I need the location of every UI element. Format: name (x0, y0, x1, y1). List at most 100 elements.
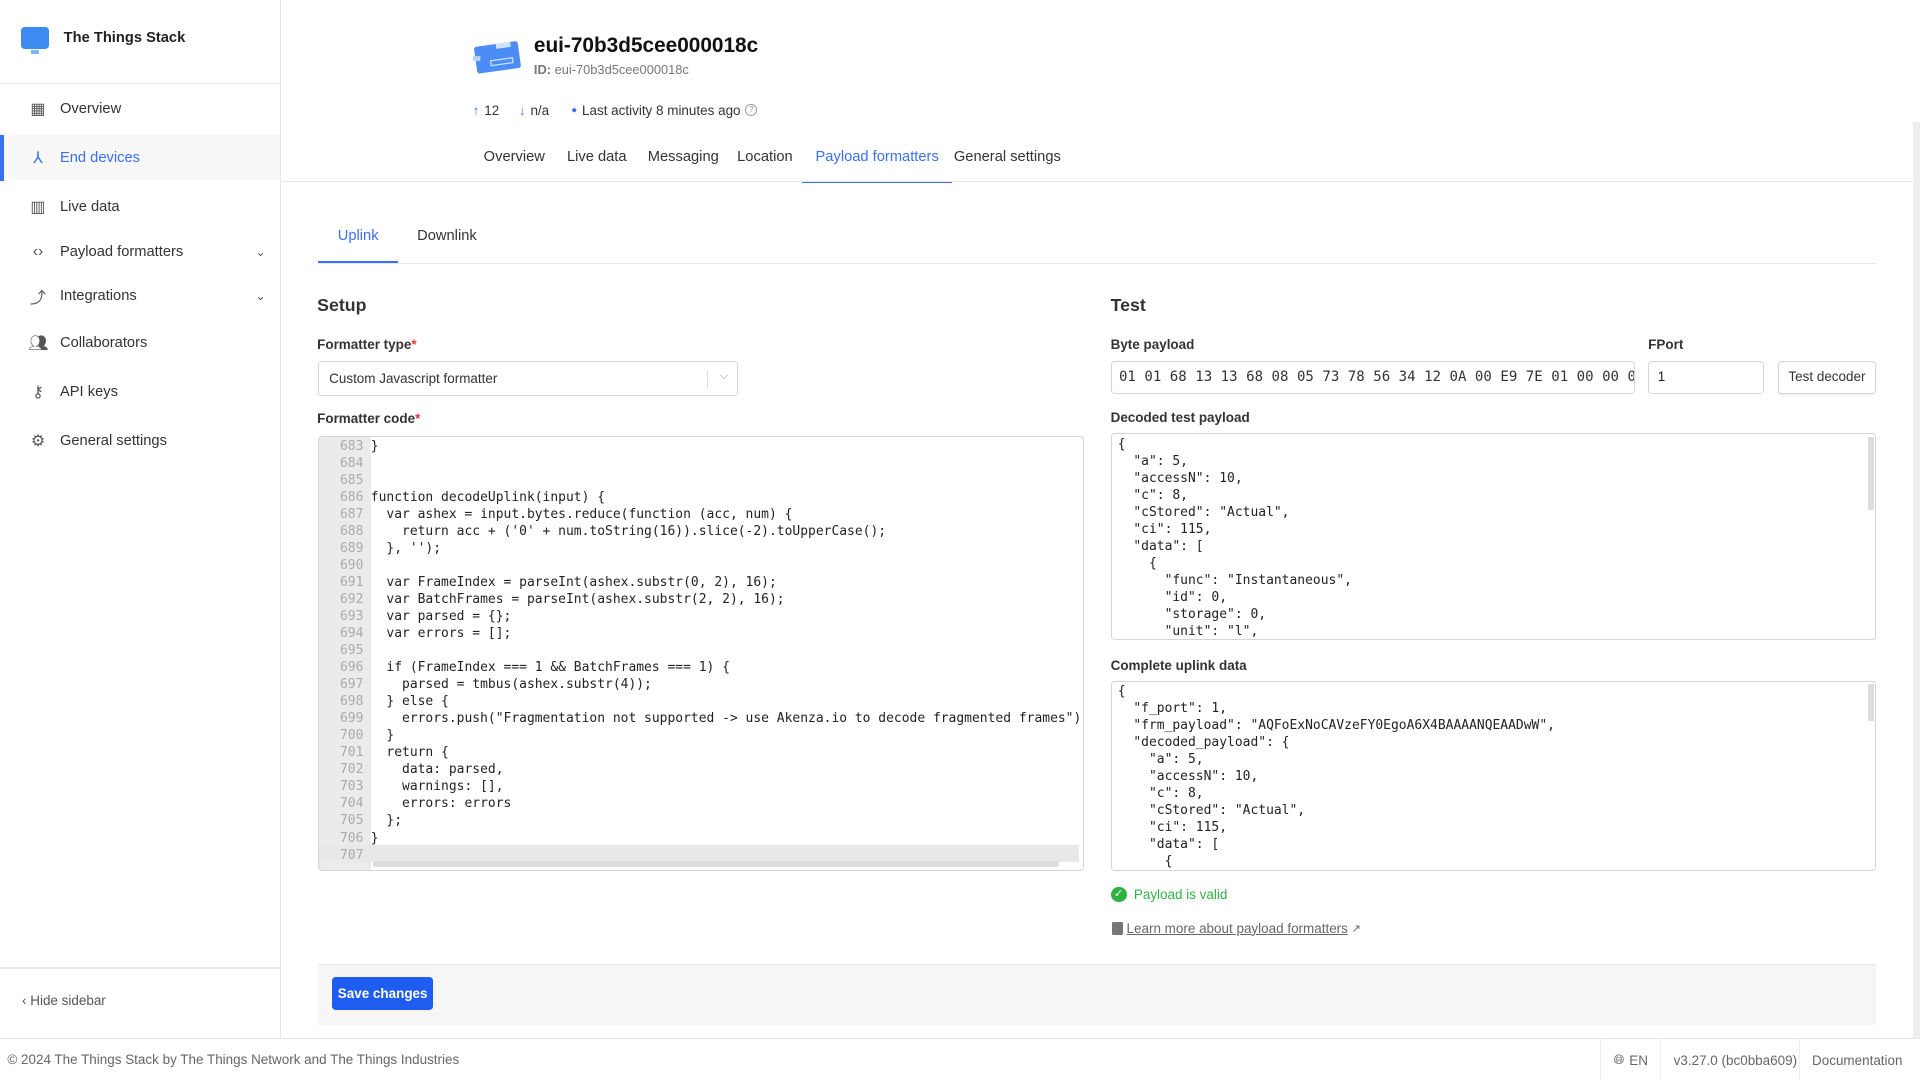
byte-payload-input[interactable]: 01 01 68 13 13 68 08 05 73 78 56 34 12 0… (1110, 361, 1635, 395)
sidebar-item-label: General settings (59, 432, 167, 449)
sidebar-item-label: Collaborators (59, 334, 148, 351)
line-number: 689 (340, 541, 364, 557)
integrations-icon: ⤴ (29, 289, 46, 307)
subtab-downlink[interactable]: Downlink (404, 228, 490, 244)
fport-input[interactable]: 1 (1648, 361, 1765, 395)
divider (0, 83, 281, 85)
complete-uplink-viewer[interactable]: { "f_port": 1, "frm_payload": "AQFoExNoC… (1110, 680, 1876, 871)
line-number: 685 (340, 473, 364, 489)
test-decoder-button[interactable]: Test decoder (1777, 361, 1876, 395)
code-line-text: var FrameIndex = parseInt(ashex.substr(0… (370, 575, 777, 591)
code-line: 701 return { (319, 744, 1082, 761)
sidebar: The Things Stack ▦ Overview ⅄ End devices ▥ L… (0, 0, 282, 1039)
line-number: 701 (340, 745, 364, 761)
code-line-text: var ashex = input.bytes.reduce(function … (370, 507, 793, 523)
tab-live-data[interactable]: Live data (553, 149, 640, 181)
tab-general-settings[interactable]: General settings (940, 149, 1074, 181)
sidebar-item-overview[interactable]: ▦ Overview (0, 86, 280, 133)
scrollbar[interactable] (1867, 684, 1874, 721)
sidebar-item-payload-formatters[interactable]: ‹› Payload formatters ⌄ (0, 229, 280, 276)
divider (0, 967, 281, 969)
people-icon: 👥︎ (28, 334, 49, 352)
language-selector[interactable]: 🌐︎ EN (1600, 1039, 1660, 1080)
save-bar (318, 963, 1876, 1025)
device-id: ID: eui-70b3d5cee000018c (534, 62, 689, 77)
code-line: 704 errors: errors (319, 795, 1082, 812)
sidebar-item-api-keys[interactable]: ⚷ API keys (0, 369, 280, 416)
byte-payload-label: Byte payload (1110, 336, 1195, 352)
code-line-text: } (370, 728, 395, 744)
hide-sidebar-button[interactable]: ‹ Hide sidebar (22, 993, 106, 1008)
line-number: 684 (340, 456, 364, 472)
code-line-text: var BatchFrames = parseInt(ashex.substr(… (370, 592, 785, 608)
code-line: 692 var BatchFrames = parseInt(ashex.sub… (319, 591, 1082, 608)
line-number: 705 (340, 813, 364, 829)
line-number: 697 (340, 677, 364, 693)
code-line-text: } else { (370, 694, 449, 710)
fport-label: FPort (1648, 336, 1684, 352)
json-line: "accessN": 10, (1117, 769, 1259, 785)
json-line: "storage": 0, (1117, 606, 1267, 622)
code-line: 691 var FrameIndex = parseInt(ashex.subs… (319, 574, 1082, 591)
json-line: "cStored": "Actual", (1117, 504, 1290, 520)
code-line: 686 function decodeUplink(input) { (319, 489, 1082, 506)
device-icon (472, 39, 521, 74)
json-line: "a": 5, (1117, 453, 1188, 469)
code-line: 694 var errors = []; (319, 625, 1082, 642)
code-line: 700 } (319, 727, 1082, 744)
formatter-code-editor[interactable]: 683} 684 685 686 function decodeUplink(input… (318, 435, 1084, 871)
downlink-count: n/a (530, 102, 550, 118)
tab-payload-formatters[interactable]: Payload formatters (802, 149, 953, 184)
sidebar-item-general-settings[interactable]: ⚙ General settings (0, 418, 280, 465)
sidebar-item-label: End devices (59, 149, 140, 166)
line-number: 707 (340, 847, 364, 863)
json-line: "cStored": "Actual", (1117, 803, 1306, 819)
code-line-text: return { (370, 745, 449, 761)
json-line: "id": 0, (1117, 589, 1228, 605)
sidebar-item-integrations[interactable]: ⤴ Integrations ⌄ (0, 273, 280, 320)
uplink-arrow-icon: ↑ (472, 102, 480, 118)
code-line-text: }, ''); (370, 541, 442, 557)
hide-sidebar-label: Hide sidebar (30, 993, 106, 1009)
decoded-payload-label: Decoded test payload (1110, 410, 1250, 426)
help-icon[interactable]: ? (745, 104, 758, 117)
tab-messaging[interactable]: Messaging (634, 149, 732, 181)
json-line: "ci": 115, (1117, 820, 1228, 836)
copyright: © 2024 The Things Stack by The Things Ne… (7, 1051, 460, 1067)
sidebar-item-label: API keys (59, 383, 118, 400)
tab-overview[interactable]: Overview (470, 149, 558, 181)
code-line: 690 (319, 557, 1082, 574)
line-number: 695 (340, 643, 364, 659)
sidebar-item-collaborators[interactable]: 👥︎ Collaborators (0, 320, 280, 367)
sidebar-item-label: Payload formatters (59, 244, 184, 261)
line-number: 704 (340, 796, 364, 812)
chevron-down-icon: ⌄ (255, 245, 266, 260)
brand[interactable]: The Things Stack (20, 26, 186, 54)
page-scrollbar[interactable] (1912, 122, 1920, 1039)
documentation-link[interactable]: Documentation (1798, 1039, 1915, 1080)
json-line: { (1117, 436, 1126, 452)
key-icon: ⚷ (32, 383, 44, 401)
formatter-type-label: Formatter type* (317, 336, 417, 352)
subtab-uplink[interactable]: Uplink (318, 228, 398, 263)
json-line: { (1117, 684, 1126, 700)
save-changes-button[interactable]: Save changes (331, 977, 434, 1011)
learn-more-link[interactable]: Learn more about payload formatters ↗ (1111, 921, 1361, 936)
sidebar-item-live-data[interactable]: ▥ Live data (0, 184, 280, 231)
sidebar-item-end-devices[interactable]: ⅄ End devices (0, 134, 281, 182)
footer: © 2024 The Things Stack by The Things Ne… (0, 1038, 1920, 1080)
code-line-text: } (370, 830, 379, 846)
app-name: The Things Stack (63, 29, 186, 46)
decoded-payload-viewer[interactable]: { "a": 5, "accessN": 10, "c": 8, "cStore… (1110, 433, 1876, 641)
device-title: eui-70b3d5cee000018c (533, 34, 759, 58)
tab-location[interactable]: Location (724, 149, 806, 181)
scrollbar[interactable] (1867, 436, 1874, 511)
complete-uplink-label: Complete uplink data (1110, 657, 1247, 673)
horizontal-scrollbar[interactable] (373, 860, 1059, 867)
subtab-divider (318, 263, 1876, 265)
gear-icon: ⚙ (30, 432, 46, 450)
device-id-value: eui-70b3d5cee000018c (554, 62, 689, 78)
code-line: 688 return acc + ('0' + num.toString(16)… (319, 523, 1082, 540)
formatter-type-select[interactable]: Custom Javascript formatter ⌵ (318, 361, 739, 396)
line-number: 692 (340, 592, 364, 608)
